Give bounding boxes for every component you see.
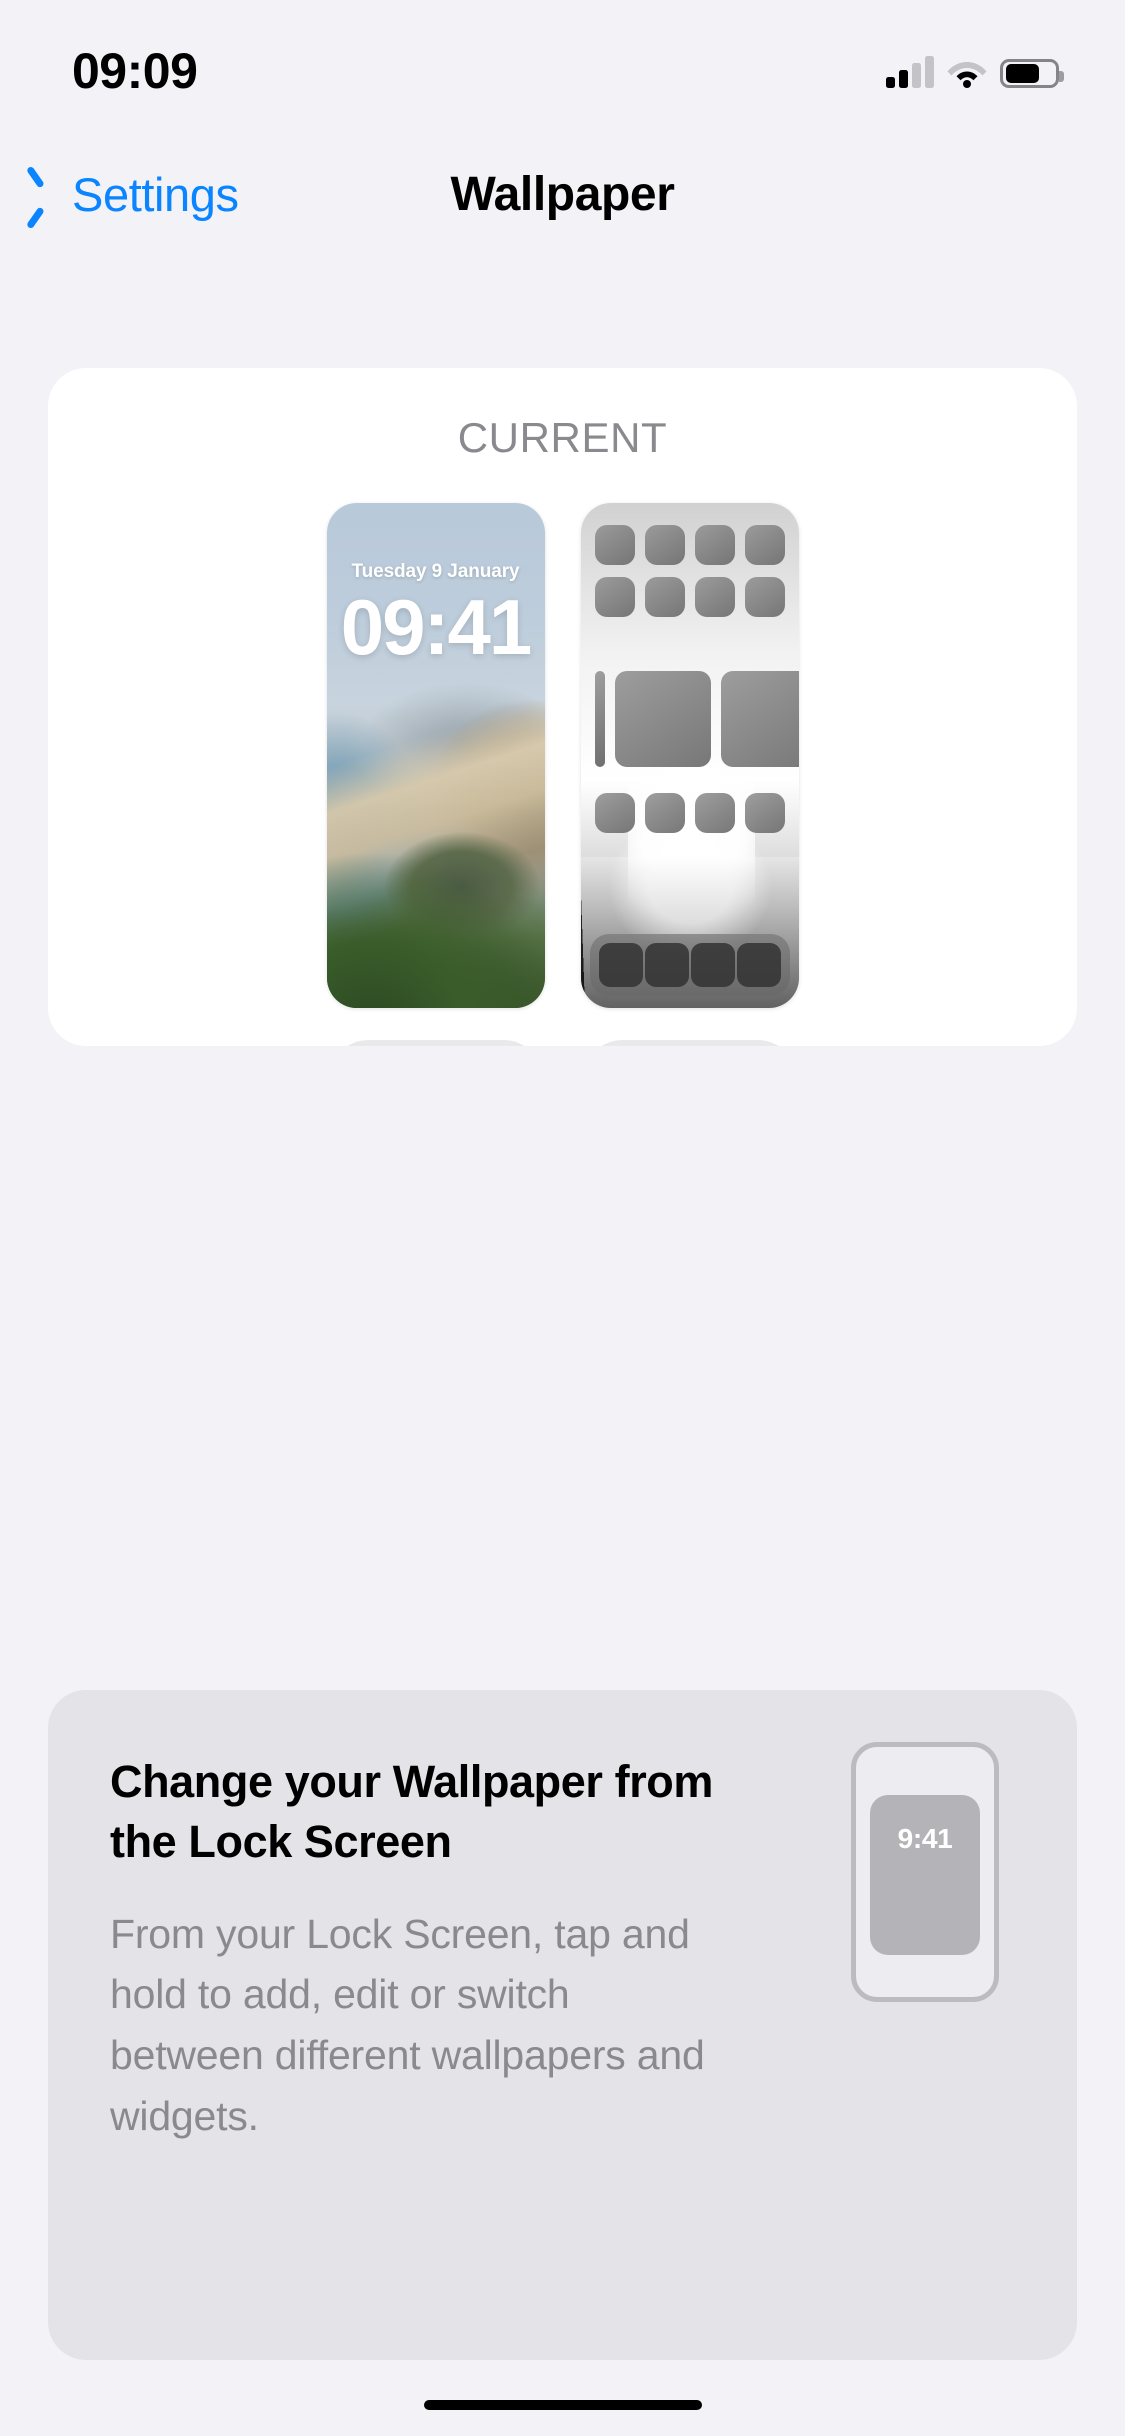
signal-bar-4	[925, 56, 934, 88]
battery-cap	[1059, 71, 1064, 82]
tip-body: From your Lock Screen, tap and hold to a…	[110, 1910, 705, 2139]
customise-buttons-row: Customise Customise	[48, 1040, 1077, 1046]
app-icon[interactable]	[644, 577, 685, 617]
app-icon[interactable]	[594, 577, 635, 617]
tip-text-block: Change your Wallpaper from the Lock Scre…	[110, 1752, 730, 2146]
wifi-icon	[946, 56, 988, 88]
phone-illustration: 9:41	[851, 1742, 999, 2002]
app-icon[interactable]	[614, 671, 711, 767]
dock-icon[interactable]	[690, 943, 735, 987]
tip-title: Change your Wallpaper from the Lock Scre…	[110, 1756, 714, 1867]
current-wallpaper-card: CURRENT Tuesday 9 January 09:41	[48, 368, 1077, 1046]
lock-screen-clock: 09:41	[340, 583, 533, 671]
cellular-signal-icon	[886, 56, 934, 88]
status-bar-time: 09:09	[72, 43, 198, 99]
home-screen-dock	[589, 934, 790, 996]
signal-bar-3	[912, 63, 921, 88]
signal-bar-2	[899, 70, 908, 88]
lock-screen-tip-card: Change your Wallpaper from the Lock Scre…	[48, 1690, 1077, 2360]
app-icon[interactable]	[744, 525, 785, 565]
wallpaper-settings-screen: 09:09 Settings Wallpaper CURRENT Tuesday…	[0, 0, 1125, 2436]
customise-lock-screen-button[interactable]: Customise	[326, 1040, 545, 1046]
home-screen-icon-grid-top	[594, 525, 785, 617]
wallpaper-previews: Tuesday 9 January 09:41	[48, 503, 1077, 1018]
battery-fill	[1005, 64, 1039, 83]
home-screen-icon-grid-bottom	[594, 793, 785, 833]
lock-screen-preview[interactable]: Tuesday 9 January 09:41	[326, 503, 545, 1008]
status-bar: 09:09	[0, 0, 1125, 145]
battery-icon	[1000, 59, 1064, 88]
dock-icon[interactable]	[644, 943, 689, 987]
app-icon[interactable]	[744, 793, 785, 833]
home-screen-preview[interactable]	[580, 503, 799, 1008]
app-icon[interactable]	[694, 793, 735, 833]
signal-bar-1	[886, 77, 895, 88]
current-section-header: CURRENT	[457, 414, 668, 461]
home-indicator[interactable]	[423, 2400, 702, 2410]
lock-screen-date: Tuesday 9 January	[351, 561, 520, 582]
app-icon[interactable]	[594, 525, 635, 565]
home-screen-widget[interactable]	[594, 671, 605, 767]
customise-home-screen-button[interactable]: Customise	[580, 1040, 799, 1046]
phone-illustration-screen: 9:41	[870, 1795, 980, 1955]
status-bar-indicators	[886, 46, 1064, 88]
page-title: Wallpaper	[450, 168, 675, 221]
dock-icon[interactable]	[598, 943, 643, 987]
home-screen-widget-row	[594, 671, 799, 767]
app-icon[interactable]	[644, 525, 685, 565]
app-icon[interactable]	[694, 577, 735, 617]
phone-illustration-time: 9:41	[897, 1823, 953, 1854]
app-icon[interactable]	[594, 793, 635, 833]
app-icon[interactable]	[744, 577, 785, 617]
app-icon[interactable]	[644, 793, 685, 833]
app-icon[interactable]	[694, 525, 735, 565]
dock-icon[interactable]	[736, 943, 781, 987]
app-icon[interactable]	[720, 671, 799, 767]
navigation-bar: Settings Wallpaper	[0, 145, 1125, 255]
